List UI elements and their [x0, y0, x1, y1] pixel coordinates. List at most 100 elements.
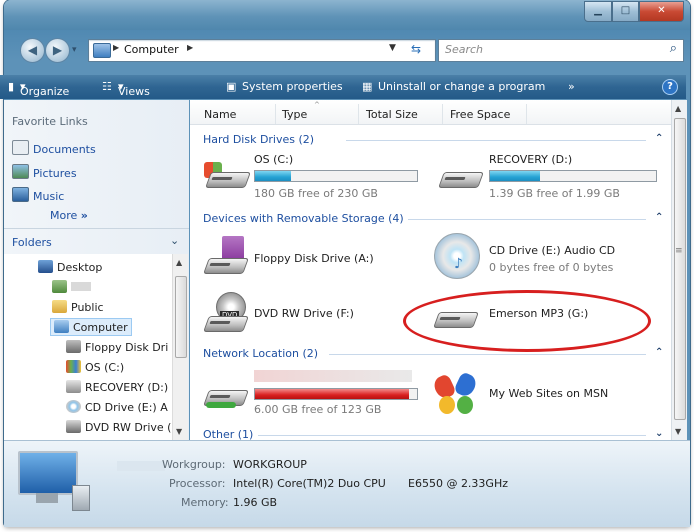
folder-tree-scrollbar[interactable]: ▲ ▼: [172, 254, 188, 440]
refresh-icon[interactable]: ⇆: [411, 42, 421, 56]
scroll-up-icon[interactable]: ▲: [675, 104, 681, 113]
music-note-icon: ♪: [454, 256, 463, 272]
group-collapse-chevron-icon[interactable]: ⌃: [655, 347, 663, 358]
help-icon[interactable]: ?: [662, 79, 678, 95]
drive-e-name[interactable]: CD Drive (E:) Audio CD: [489, 244, 615, 257]
file-list-scrollbar[interactable]: ▲ ≡ ▼: [671, 100, 687, 440]
computer-monitor-icon: [18, 451, 78, 495]
music-icon: [12, 187, 29, 202]
views-label: Views: [118, 85, 150, 98]
desktop-icon: [38, 260, 53, 273]
tree-item-cd-e[interactable]: CD Drive (E:) A: [66, 400, 168, 414]
column-separator[interactable]: [358, 104, 359, 124]
group-header-hard-disk-drives[interactable]: Hard Disk Drives (2): [203, 133, 314, 146]
tree-item-public[interactable]: Public: [52, 300, 104, 314]
group-expand-chevron-icon[interactable]: ⌄: [655, 428, 663, 439]
scroll-thumb[interactable]: [175, 276, 187, 358]
forward-button[interactable]: ▶: [45, 38, 70, 63]
maximize-button[interactable]: □: [612, 1, 639, 22]
network-drive-usage-bar: [254, 388, 418, 400]
tree-item-desktop[interactable]: Desktop: [38, 260, 102, 274]
folders-collapse-chevron-icon[interactable]: ⌄: [170, 234, 179, 247]
tree-item-recovery-d-label: RECOVERY (D:): [85, 381, 169, 394]
details-pane: Workgroup: WORKGROUP Processor: Intel(R)…: [4, 440, 690, 527]
system-properties-button[interactable]: System properties: [242, 80, 343, 93]
search-placeholder: Search: [445, 43, 484, 56]
search-input[interactable]: Search ⌕: [438, 39, 684, 62]
caption-buttons: ▁ □ ✕: [584, 1, 684, 22]
drive-d-free-space: 1.39 GB free of 1.99 GB: [489, 187, 620, 200]
msn-web-sites-name[interactable]: My Web Sites on MSN: [489, 387, 608, 400]
column-header-total-size[interactable]: Total Size: [366, 108, 418, 121]
drive-f-name[interactable]: DVD RW Drive (F:): [254, 307, 354, 320]
workgroup-value: WORKGROUP: [233, 458, 307, 471]
address-dropdown-icon[interactable]: ▼: [389, 43, 396, 53]
group-collapse-chevron-icon[interactable]: ⌃: [655, 133, 663, 144]
organize-button[interactable]: Organize ▾: [20, 80, 69, 98]
group-collapse-chevron-icon[interactable]: ⌃: [655, 212, 663, 223]
column-header-free-space[interactable]: Free Space: [450, 108, 510, 121]
scroll-down-icon[interactable]: ▼: [176, 427, 182, 436]
drive-e-free-space: 0 bytes free of 0 bytes: [489, 261, 614, 274]
favorite-documents-label: Documents: [33, 143, 96, 156]
tree-item-os-c[interactable]: OS (C:): [66, 360, 124, 374]
tree-item-floppy[interactable]: Floppy Disk Dri: [66, 340, 168, 354]
tree-item-user[interactable]: [52, 280, 91, 294]
drive-c-free-space: 180 GB free of 230 GB: [254, 187, 378, 200]
floppy-drive-icon: [202, 248, 249, 276]
drive-a-name[interactable]: Floppy Disk Drive (A:): [254, 252, 374, 265]
organize-label: Organize: [20, 85, 70, 98]
scroll-up-icon[interactable]: ▲: [176, 258, 182, 267]
search-icon[interactable]: ⌕: [670, 41, 677, 56]
folder-icon: [52, 300, 67, 313]
favorite-documents[interactable]: Documents: [12, 140, 96, 156]
favorite-pictures[interactable]: Pictures: [12, 164, 77, 180]
drive-c-name[interactable]: OS (C:): [254, 153, 293, 166]
views-button[interactable]: Views ▾: [118, 80, 150, 98]
breadcrumb-computer[interactable]: Computer: [124, 43, 179, 56]
title-bar: ▁ □ ✕: [4, 0, 690, 30]
column-header-type[interactable]: Type: [282, 108, 307, 121]
breadcrumb-chevron-icon[interactable]: ▶: [187, 43, 193, 52]
tree-item-cd-e-label: CD Drive (E:) A: [85, 401, 168, 414]
uninstall-button[interactable]: Uninstall or change a program: [378, 80, 545, 93]
os-drive-icon: [66, 360, 81, 373]
processor-value: Intel(R) Core(TM)2 Duo CPU: [233, 477, 386, 490]
folders-heading[interactable]: Folders: [12, 236, 52, 249]
favorite-music[interactable]: Music: [12, 187, 64, 203]
drive-d-name[interactable]: RECOVERY (D:): [489, 153, 572, 166]
memory-value: 1.96 GB: [233, 496, 278, 509]
command-bar: ▮ Organize ▾ ☷ Views ▾ ▣ System properti…: [0, 75, 686, 99]
toolbar-overflow-button[interactable]: »: [568, 80, 575, 93]
breadcrumb-chevron-icon[interactable]: ▶: [113, 43, 119, 52]
back-button[interactable]: ◀: [20, 38, 45, 63]
favorites-more-link[interactable]: More »: [50, 209, 88, 222]
redacted-share-name: [254, 370, 412, 382]
column-header-row: [190, 100, 671, 125]
scroll-grip-icon: ≡: [675, 246, 683, 256]
group-divider: [329, 354, 646, 355]
tree-item-os-c-label: OS (C:): [85, 361, 125, 374]
uninstall-icon: ▦: [362, 80, 373, 93]
tree-item-floppy-label: Floppy Disk Dri: [85, 341, 169, 354]
tree-item-computer-label: Computer: [73, 321, 128, 334]
dvd-drive-icon: [202, 306, 249, 334]
minimize-button[interactable]: ▁: [584, 1, 612, 22]
column-separator[interactable]: [275, 104, 276, 124]
group-header-removable-storage[interactable]: Devices with Removable Storage (4): [203, 212, 404, 225]
tree-item-dvd-f[interactable]: DVD RW Drive (: [66, 420, 171, 434]
group-header-network-location[interactable]: Network Location (2): [203, 347, 318, 360]
scroll-down-icon[interactable]: ▼: [675, 427, 681, 436]
group-divider: [346, 140, 646, 141]
pictures-icon: [12, 164, 29, 179]
address-bar[interactable]: ▶ Computer ▶ ▼ ⇆: [88, 39, 436, 62]
tree-item-recovery-d[interactable]: RECOVERY (D:): [66, 380, 168, 394]
column-separator[interactable]: [526, 104, 527, 124]
group-divider: [408, 219, 646, 220]
column-header-name[interactable]: Name: [204, 108, 236, 121]
recent-pages-chevron-icon[interactable]: ▾: [72, 45, 77, 55]
scroll-thumb[interactable]: [674, 118, 686, 420]
column-separator[interactable]: [442, 104, 443, 124]
tree-item-computer[interactable]: Computer: [50, 318, 132, 336]
close-button[interactable]: ✕: [639, 1, 684, 22]
